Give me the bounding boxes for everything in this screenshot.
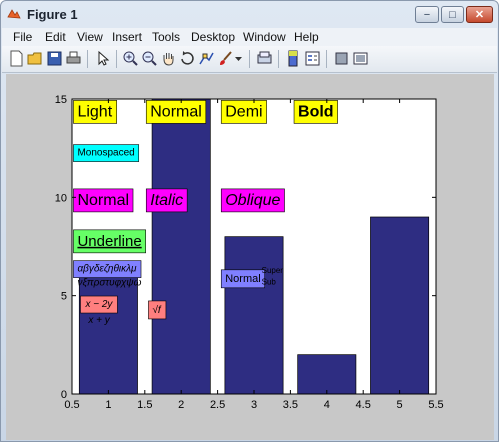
bar-5[interactable] bbox=[370, 216, 430, 395]
x-tick-label: 3 bbox=[251, 399, 257, 411]
toolbar-separator bbox=[87, 50, 88, 68]
menu-view[interactable]: View bbox=[77, 30, 103, 44]
edit-plot-arrow-icon[interactable] bbox=[94, 50, 111, 67]
rotate-3d-icon[interactable] bbox=[179, 50, 196, 67]
figure-toolbar bbox=[2, 46, 497, 73]
figure-window: Figure 1 − □ ✕ File Edit View Insert Too… bbox=[0, 0, 499, 442]
annotation-text-1: Light bbox=[77, 103, 112, 120]
print-icon[interactable] bbox=[65, 50, 82, 67]
link-plot-icon[interactable] bbox=[256, 50, 273, 67]
show-plot-tools-icon[interactable] bbox=[352, 50, 369, 67]
menu-file[interactable]: File bbox=[13, 30, 32, 44]
figure-canvas: Light Normal Demi Bold Monospaced Normal Itali… bbox=[6, 74, 494, 440]
y-tick-label: 10 bbox=[55, 192, 67, 204]
y-tick-label: 5 bbox=[61, 291, 67, 303]
annotation-text-13: Super bbox=[262, 266, 284, 275]
menu-bar: File Edit View Insert Tools Desktop Wind… bbox=[2, 28, 497, 46]
hide-plot-tools-icon[interactable] bbox=[333, 50, 350, 67]
menu-desktop[interactable]: Desktop bbox=[191, 30, 235, 44]
annotation-text-2: Normal bbox=[150, 103, 202, 120]
brush-dropdown-icon[interactable] bbox=[234, 50, 243, 67]
close-button[interactable]: ✕ bbox=[466, 6, 493, 23]
x-tick-label: 4 bbox=[324, 399, 330, 411]
maximize-icon: □ bbox=[449, 8, 456, 21]
annotation-text-8: Oblique bbox=[225, 192, 280, 209]
close-icon: ✕ bbox=[474, 9, 485, 21]
menu-edit[interactable]: Edit bbox=[45, 30, 66, 44]
zoom-out-icon[interactable] bbox=[141, 50, 158, 67]
window-title: Figure 1 bbox=[27, 7, 78, 22]
minimize-button[interactable]: − bbox=[415, 6, 439, 23]
new-figure-icon[interactable] bbox=[8, 50, 25, 67]
menu-tools[interactable]: Tools bbox=[152, 30, 180, 44]
pan-hand-icon[interactable] bbox=[160, 50, 177, 67]
annotation-text-17: √f bbox=[152, 304, 161, 316]
brush-icon[interactable] bbox=[217, 50, 234, 67]
data-cursor-icon[interactable] bbox=[198, 50, 215, 67]
insert-legend-icon[interactable] bbox=[304, 50, 321, 67]
annotation-text-3: Demi bbox=[225, 103, 262, 120]
x-tick-label: 4.5 bbox=[356, 399, 371, 411]
annotation-text-10: αβγδεζηθικλμ bbox=[77, 264, 137, 275]
matlab-logo-icon bbox=[7, 9, 21, 19]
minimize-icon: − bbox=[423, 8, 431, 21]
x-tick-label: 1.5 bbox=[137, 399, 152, 411]
toolbar-separator bbox=[278, 50, 279, 68]
zoom-in-icon[interactable] bbox=[122, 50, 139, 67]
annotation-text-15: x − 2y bbox=[84, 299, 113, 310]
annotation-text-7: Italic bbox=[150, 192, 183, 209]
annotation-text-11: νξπρστυφχψω bbox=[77, 277, 141, 288]
bar-3[interactable] bbox=[224, 236, 284, 395]
toolbar-separator bbox=[326, 50, 327, 68]
y-tick-label: 15 bbox=[55, 94, 67, 106]
toolbar-separator bbox=[116, 50, 117, 68]
x-tick-label: 5.5 bbox=[428, 399, 443, 411]
toolbar-separator bbox=[249, 50, 250, 68]
insert-colorbar-icon[interactable] bbox=[285, 50, 302, 67]
annotation-text-14: Sub bbox=[262, 278, 277, 287]
menu-help[interactable]: Help bbox=[294, 30, 319, 44]
menu-insert[interactable]: Insert bbox=[112, 30, 142, 44]
annotation-text-4: Bold bbox=[298, 103, 334, 120]
x-tick-label: 3.5 bbox=[283, 399, 298, 411]
x-tick-label: 2 bbox=[178, 399, 184, 411]
title-bar[interactable]: Figure 1 − □ ✕ bbox=[1, 1, 498, 28]
annotation-text-16: x + y bbox=[87, 315, 110, 326]
bar-4[interactable] bbox=[297, 354, 357, 395]
maximize-button[interactable]: □ bbox=[441, 6, 464, 23]
x-tick-label: 2.5 bbox=[210, 399, 225, 411]
open-file-icon[interactable] bbox=[27, 50, 44, 67]
annotation-text-12: Normal bbox=[225, 273, 260, 285]
x-tick-label: 1 bbox=[105, 399, 111, 411]
bar-2[interactable] bbox=[151, 98, 211, 395]
annotation-text-5: Monospaced bbox=[77, 148, 134, 159]
annotation-text-9: Underline bbox=[77, 233, 141, 250]
menu-window[interactable]: Window bbox=[243, 30, 286, 44]
x-tick-label: 5 bbox=[397, 399, 403, 411]
bar-chart[interactable]: Light Normal Demi Bold Monospaced Normal Itali… bbox=[6, 74, 494, 440]
save-icon[interactable] bbox=[46, 50, 63, 67]
annotation-text-6: Normal bbox=[77, 192, 129, 209]
y-tick-label: 0 bbox=[61, 389, 67, 401]
